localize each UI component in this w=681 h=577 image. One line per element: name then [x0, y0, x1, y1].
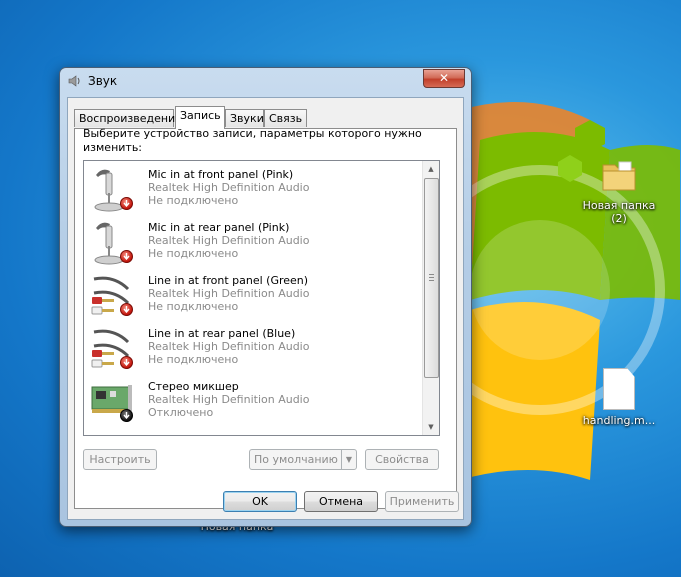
- tab-label: Воспроизведение: [79, 112, 182, 125]
- button-label: Отмена: [318, 495, 364, 508]
- device-driver: Realtek High Definition Audio: [148, 340, 310, 353]
- disconnected-badge-icon: [120, 356, 133, 369]
- disabled-badge-icon: [120, 409, 133, 422]
- disconnected-badge-icon: [120, 197, 133, 210]
- device-item[interactable]: Line in at rear panel (Blue) Realtek Hig…: [84, 322, 421, 375]
- device-driver: Realtek High Definition Audio: [148, 181, 310, 194]
- device-status: Не подключено: [148, 300, 239, 313]
- device-name: Стерео микшер: [148, 380, 239, 393]
- tab-label: Звуки: [230, 112, 264, 125]
- desktop-icon-label: Новая папка (2): [582, 199, 656, 225]
- desktop-folder-new-2[interactable]: Новая папка (2): [578, 155, 660, 225]
- device-status: Не подключено: [148, 247, 239, 260]
- configure-button[interactable]: Настроить: [83, 449, 157, 470]
- device-item[interactable]: Стерео микшер Realtek High Definition Au…: [84, 375, 421, 428]
- properties-button[interactable]: Свойства: [365, 449, 439, 470]
- device-driver: Realtek High Definition Audio: [148, 234, 310, 247]
- device-item[interactable]: Line in at front panel (Green) Realtek H…: [84, 269, 421, 322]
- instruction-text: Выберите устройство записи, параметры ко…: [83, 127, 422, 154]
- device-item[interactable]: Mic in at front panel (Pink) Realtek Hig…: [84, 163, 421, 216]
- recording-device-list[interactable]: Mic in at front panel (Pink) Realtek Hig…: [83, 160, 440, 436]
- scroll-up-icon[interactable]: ▲: [423, 161, 439, 177]
- recording-tab-panel: Выберите устройство записи, параметры ко…: [74, 127, 457, 509]
- cancel-button[interactable]: Отмена: [304, 491, 378, 512]
- device-name: Line in at rear panel (Blue): [148, 327, 296, 340]
- device-status: Не подключено: [148, 194, 239, 207]
- windows-logo-wallpaper: [440, 102, 680, 480]
- dropdown-arrow-icon[interactable]: ▼: [341, 450, 356, 469]
- tab-sounds[interactable]: Звуки: [225, 109, 264, 127]
- tab-label: Связь: [269, 112, 303, 125]
- device-name: Line in at front panel (Green): [148, 274, 309, 287]
- tab-recording[interactable]: Запись: [175, 106, 225, 129]
- tab-communications[interactable]: Связь: [264, 109, 307, 127]
- tab-playback[interactable]: Воспроизведение: [74, 109, 182, 127]
- button-label: Свойства: [375, 453, 429, 466]
- desktop-file-handling[interactable]: handling.m...: [578, 368, 660, 427]
- apply-button[interactable]: Применить: [385, 491, 459, 512]
- window-title: Звук: [88, 74, 118, 88]
- close-icon: ✕: [438, 71, 450, 85]
- folder-icon: [599, 155, 639, 195]
- disconnected-badge-icon: [120, 303, 133, 316]
- button-label: По умолчанию: [254, 453, 338, 466]
- tab-label: Запись: [180, 109, 221, 122]
- device-name: Mic in at rear panel (Pink): [148, 221, 290, 234]
- sound-dialog: Звук ✕ Воспроизведение Запись Звуки Связ…: [59, 67, 472, 527]
- device-status: Не подключено: [148, 353, 239, 366]
- device-name: Mic in at front panel (Pink): [148, 168, 294, 181]
- scroll-down-icon[interactable]: ▼: [423, 419, 439, 435]
- button-label: Настроить: [89, 453, 151, 466]
- disconnected-badge-icon: [120, 250, 133, 263]
- button-label: Применить: [389, 495, 455, 508]
- file-icon: [603, 368, 635, 410]
- scroll-thumb[interactable]: [424, 178, 439, 378]
- device-driver: Realtek High Definition Audio: [148, 287, 310, 300]
- desktop-icon-label: handling.m...: [582, 414, 656, 427]
- device-item[interactable]: Mic in at rear panel (Pink) Realtek High…: [84, 216, 421, 269]
- close-button[interactable]: ✕: [423, 69, 465, 88]
- vertical-scrollbar[interactable]: ▲ ▼: [422, 161, 439, 435]
- speaker-icon: [68, 75, 80, 87]
- ok-button[interactable]: OK: [223, 491, 297, 512]
- dialog-client-area: Воспроизведение Запись Звуки Связь Выбер…: [67, 97, 464, 520]
- device-driver: Realtek High Definition Audio: [148, 393, 310, 406]
- title-bar[interactable]: Звук ✕: [60, 68, 471, 94]
- set-default-button[interactable]: По умолчанию ▼: [249, 449, 357, 470]
- button-label: OK: [252, 495, 268, 508]
- device-status: Отключено: [148, 406, 214, 419]
